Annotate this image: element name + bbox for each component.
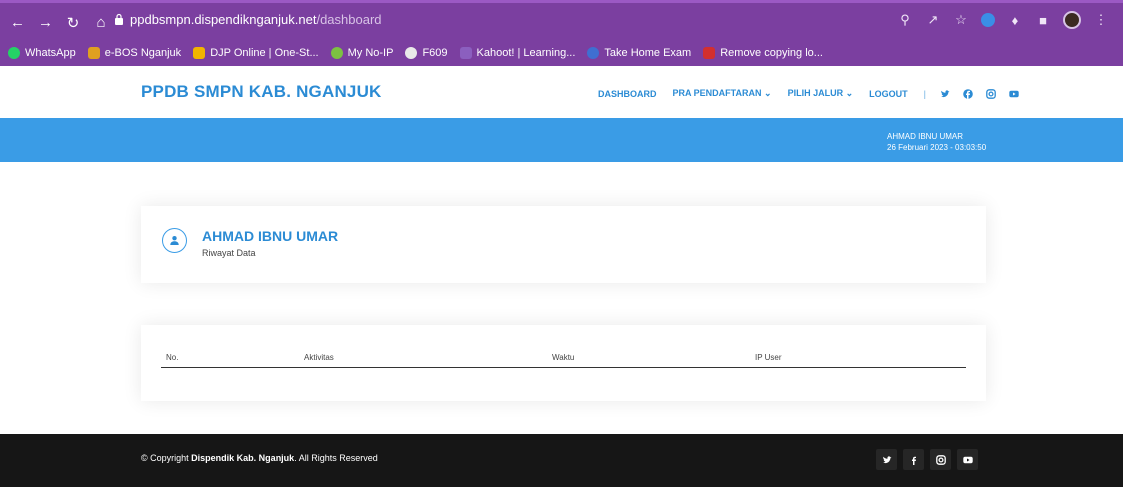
footer-instagram-button[interactable]: [930, 449, 951, 470]
footer-facebook-button[interactable]: [903, 449, 924, 470]
youtube-icon[interactable]: [1009, 89, 1019, 99]
reload-icon[interactable]: ↻: [66, 14, 80, 32]
site-logo[interactable]: PPDB SMPN KAB. NGANJUK: [141, 82, 382, 102]
footer-twitter-button[interactable]: [876, 449, 897, 470]
table-header: No. Aktivitas Waktu IP User: [161, 353, 966, 368]
nav-logout[interactable]: LOGOUT: [869, 89, 908, 99]
address-bar[interactable]: ppdbsmpn.dispendiknganjuk.net/dashboard: [114, 12, 382, 27]
bookmark-djp[interactable]: DJP Online | One-St...: [193, 47, 319, 59]
bookmark-ebos[interactable]: e-BOS Nganjuk: [87, 47, 181, 59]
globe-icon: [405, 47, 418, 59]
home-icon[interactable]: ⌂: [94, 14, 108, 32]
nav-separator: |: [923, 88, 926, 99]
noip-icon: [330, 47, 343, 59]
facebook-icon: [911, 456, 916, 465]
instagram-icon: [935, 454, 946, 465]
bookmark-noip[interactable]: My No-IP: [330, 47, 393, 59]
history-card: No. Aktivitas Waktu IP User: [141, 325, 986, 401]
copyright-text: © Copyright Dispendik Kab. Nganjuk. All …: [141, 453, 378, 463]
menu-kebab-icon[interactable]: ⋮: [1093, 12, 1109, 28]
column-header-waktu: Waktu: [552, 353, 575, 362]
chevron-down-icon: ⌄: [845, 88, 854, 98]
forward-icon[interactable]: →: [38, 14, 53, 32]
profile-subtitle: Riwayat Data: [202, 248, 256, 258]
bookmark-kahoot[interactable]: Kahoot! | Learning...: [459, 47, 575, 59]
twitter-icon: [882, 455, 891, 463]
star-icon[interactable]: ☆: [953, 12, 969, 28]
pdf-icon: [703, 47, 716, 59]
profile-card: AHMAD IBNU UMAR Riwayat Data: [141, 206, 986, 283]
footer-social: [876, 449, 978, 470]
profile-avatar[interactable]: [1063, 11, 1081, 29]
footer-youtube-button[interactable]: [957, 449, 978, 470]
whatsapp-icon: [8, 47, 20, 59]
djp-icon: [193, 47, 206, 59]
main-nav: DASHBOARD PRA PENDAFTARAN ⌄ PILIH JALUR …: [598, 88, 1019, 99]
url-path: /dashboard: [316, 12, 382, 27]
nav-dashboard[interactable]: DASHBOARD: [598, 89, 657, 99]
sidepanel-icon[interactable]: ■: [1035, 12, 1051, 28]
column-header-ip-user: IP User: [755, 353, 782, 362]
zoom-icon[interactable]: ⚲: [897, 12, 913, 28]
column-header-no: No.: [166, 353, 179, 362]
site-footer: © Copyright Dispendik Kab. Nganjuk. All …: [0, 434, 1123, 487]
url-host: ppdbsmpn.dispendiknganjuk.net: [130, 12, 317, 27]
nav-pra-pendaftaran[interactable]: PRA PENDAFTARAN ⌄: [673, 88, 772, 99]
lock-icon: [115, 13, 123, 25]
youtube-icon: [962, 456, 973, 463]
bookmark-remove-copying[interactable]: Remove copying lo...: [703, 47, 823, 59]
user-icon: [162, 228, 187, 253]
bookmark-whatsapp[interactable]: WhatsApp: [8, 47, 76, 59]
header-social: [940, 88, 1019, 99]
browser-toolbar: ← → ↻ ⌂ ppdbsmpn.dispendiknganjuk.net/da…: [0, 0, 1123, 40]
browser-nav-buttons: ← → ↻ ⌂: [10, 14, 108, 32]
nav-pilih-jalur[interactable]: PILIH JALUR ⌄: [788, 88, 854, 99]
puzzle-icon[interactable]: ♦: [1007, 12, 1023, 28]
bookmark-f609[interactable]: F609: [405, 47, 448, 59]
copyright-org: Dispendik Kab. Nganjuk: [191, 453, 295, 463]
hero-banner: AHMAD IBNU UMAR 26 Februari 2023 - 03:03…: [0, 118, 1123, 162]
toolbar-accent: [0, 0, 1123, 3]
facebook-icon[interactable]: [963, 88, 973, 99]
browser-actions: ⚲ ↗ ☆ ♦ ■ ⋮: [897, 11, 1109, 29]
kahoot-icon: [459, 47, 472, 59]
profile-name: AHMAD IBNU UMAR: [202, 228, 339, 244]
user-datetime: 26 Februari 2023 - 03:03:50: [887, 143, 987, 152]
instagram-icon[interactable]: [986, 88, 996, 99]
takehome-icon: [587, 47, 600, 59]
user-name: AHMAD IBNU UMAR: [887, 132, 964, 141]
extension-icon[interactable]: [981, 13, 995, 27]
back-icon[interactable]: ←: [10, 14, 25, 32]
bookmarks-bar: WhatsApp e-BOS Nganjuk DJP Online | One-…: [0, 40, 1123, 66]
bookmark-takehome[interactable]: Take Home Exam: [587, 47, 691, 59]
site-header: PPDB SMPN KAB. NGANJUK DASHBOARD PRA PEN…: [0, 66, 1123, 118]
share-icon[interactable]: ↗: [925, 12, 941, 28]
column-header-aktivitas: Aktivitas: [304, 353, 334, 362]
user-info: AHMAD IBNU UMAR 26 Februari 2023 - 03:03…: [887, 131, 986, 153]
chevron-down-icon: ⌄: [764, 88, 772, 98]
twitter-icon[interactable]: [940, 89, 950, 99]
ebos-icon: [87, 47, 100, 59]
